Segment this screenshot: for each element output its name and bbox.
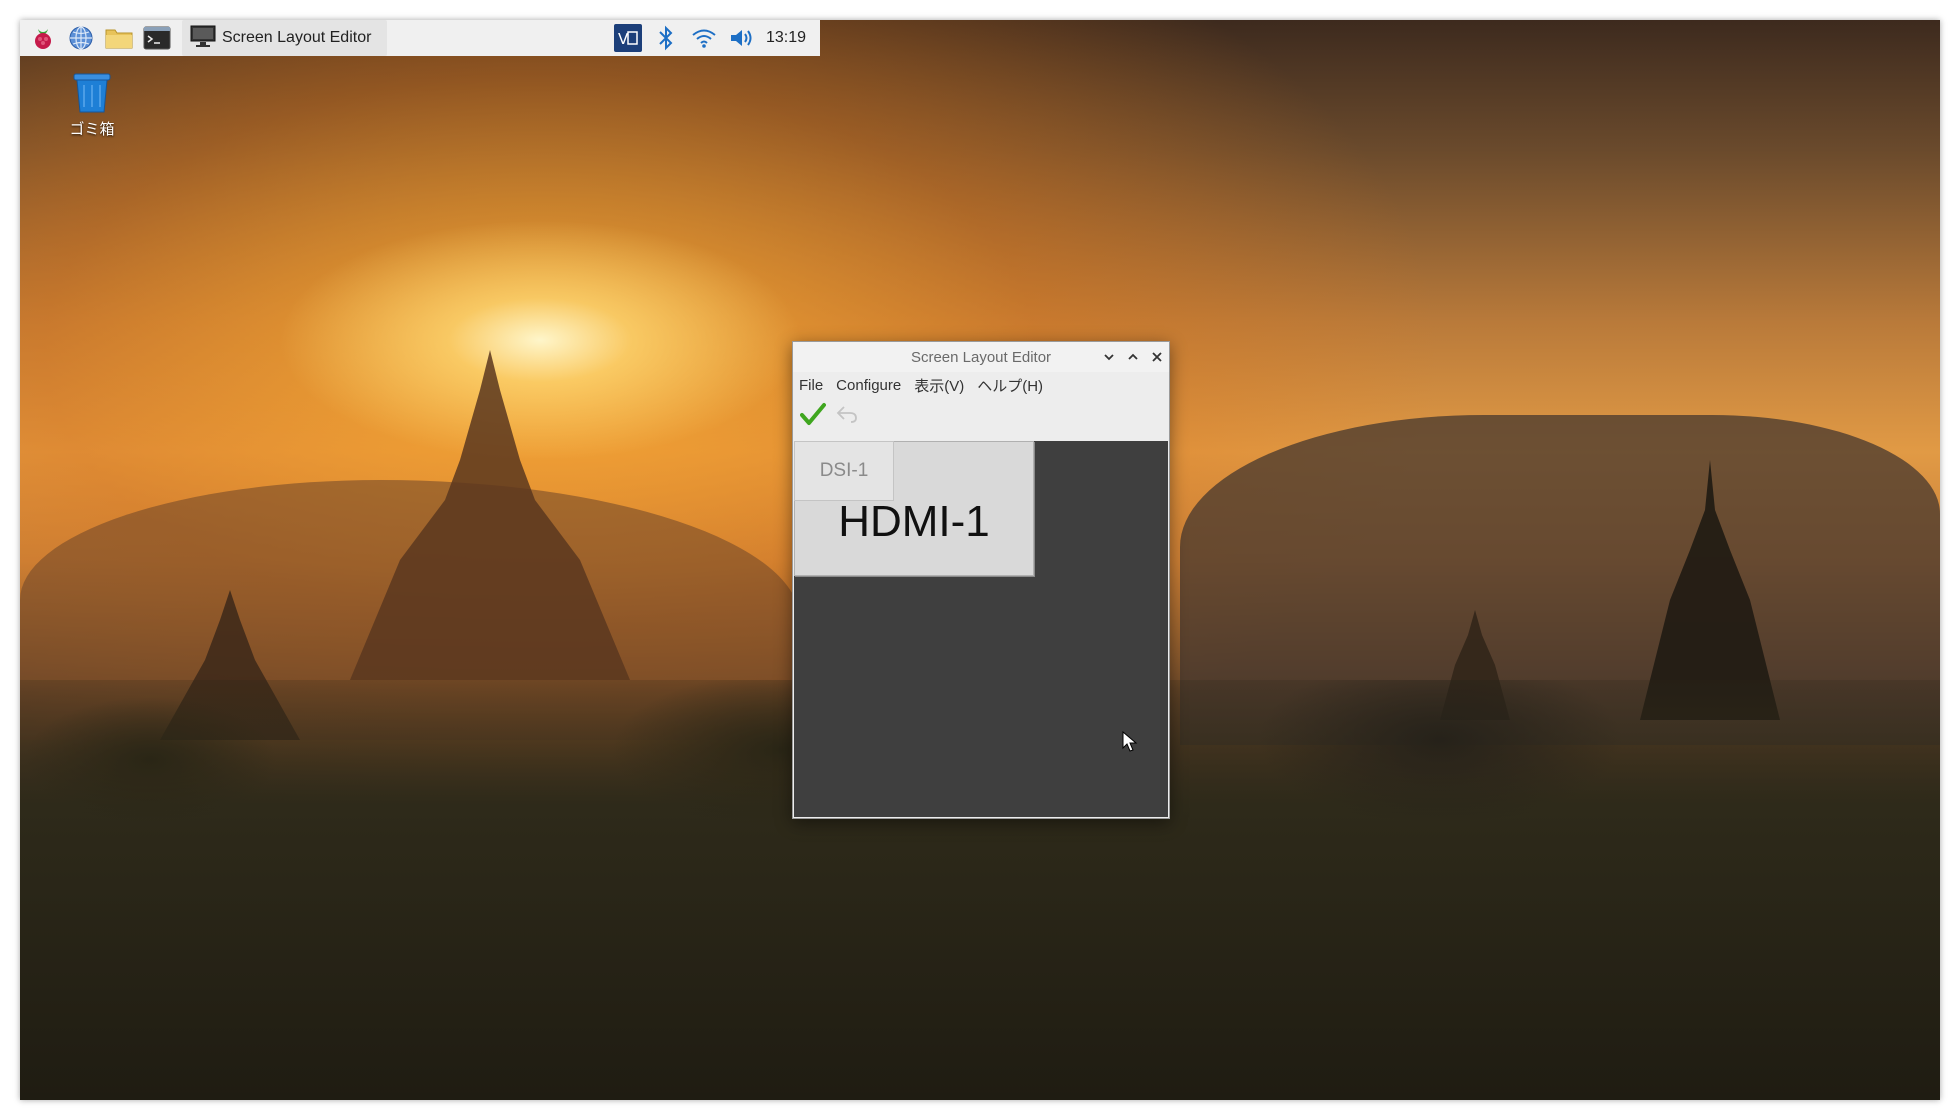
pagoda-main [350,350,630,680]
taskbar-task-label: Screen Layout Editor [222,29,372,46]
taskbar-task-screen-layout-editor[interactable]: Screen Layout Editor [182,20,388,56]
apply-button[interactable] [799,402,827,430]
layout-canvas[interactable]: HDMI-1 DSI-1 [794,441,1168,817]
clock[interactable]: 13:19 [766,29,806,47]
mouse-cursor [1122,730,1138,757]
wifi-icon[interactable] [690,24,718,52]
monitor-hdmi-1-label: HDMI-1 [838,496,990,546]
checkmark-icon [800,402,826,431]
maximize-button[interactable] [1121,345,1145,369]
minimize-button[interactable] [1097,345,1121,369]
menu-file[interactable]: File [799,377,823,394]
monitor-icon [190,24,216,53]
globe-icon[interactable] [66,23,96,53]
bluetooth-icon[interactable] [652,24,680,52]
menu-configure[interactable]: Configure [836,377,901,394]
trash-icon [70,70,114,118]
menu-view[interactable]: 表示(V) [914,375,964,396]
undo-button[interactable] [833,402,861,430]
volume-icon[interactable] [728,24,756,52]
vnc-icon[interactable]: V [613,24,642,52]
toolbar [793,398,1169,434]
desktop-trash-label: ゴミ箱 [69,120,115,138]
folder-icon[interactable] [104,23,134,53]
desktop: Screen Layout Editor V 13:19 ゴミ箱 Screen … [20,20,1940,1100]
menubar: File Configure 表示(V) ヘルプ(H) [793,372,1169,398]
screen-layout-editor-window: Screen Layout Editor File Configure 表示(V… [792,341,1170,819]
undo-icon [835,404,859,429]
monitor-dsi-1[interactable]: DSI-1 [794,441,894,501]
taskbar: Screen Layout Editor V 13:19 [20,20,820,56]
monitor-dsi-1-label: DSI-1 [819,460,869,481]
menu-help[interactable]: ヘルプ(H) [977,375,1043,396]
raspberry-menu-icon[interactable] [28,23,58,53]
close-button[interactable] [1145,345,1169,369]
window-titlebar[interactable]: Screen Layout Editor [793,342,1169,372]
terminal-icon[interactable] [142,23,172,53]
desktop-trash[interactable]: ゴミ箱 [52,70,132,139]
system-tray: V 13:19 [613,20,820,56]
